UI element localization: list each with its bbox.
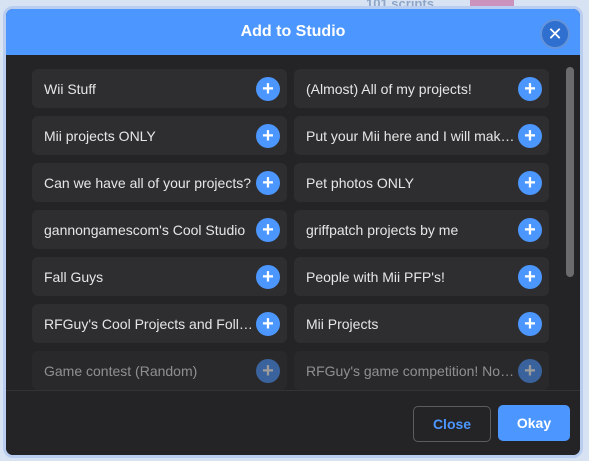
plus-icon[interactable]: + xyxy=(256,217,280,242)
studio-tile[interactable]: Pet photos ONLY + xyxy=(294,163,549,202)
studio-grid: Wii Stuff + (Almost) All of my projects! + M… xyxy=(32,69,549,390)
plus-icon[interactable]: + xyxy=(518,358,542,383)
modal-title: Add to Studio xyxy=(240,23,346,40)
modal-footer: Close Okay xyxy=(6,390,580,455)
plus-icon[interactable]: + xyxy=(256,358,280,383)
studio-name: griffpatch projects by me xyxy=(306,221,459,238)
okay-button[interactable]: Okay xyxy=(498,405,570,441)
studio-name: People with Mii PFP's! xyxy=(306,268,445,285)
studio-name: Mii Projects xyxy=(306,315,379,332)
close-button[interactable]: Close xyxy=(413,406,491,442)
scrollbar-thumb[interactable] xyxy=(566,67,574,277)
plus-icon[interactable]: + xyxy=(518,123,542,148)
studio-tile[interactable]: (Almost) All of my projects! + xyxy=(294,69,549,108)
plus-icon[interactable]: + xyxy=(256,264,280,289)
plus-icon[interactable]: + xyxy=(256,76,280,101)
plus-icon[interactable]: + xyxy=(518,264,542,289)
studio-tile[interactable]: Put your Mii here and I will make it int… xyxy=(294,116,549,155)
plus-icon[interactable]: + xyxy=(256,311,280,336)
scrollbar[interactable] xyxy=(566,67,574,383)
studio-name: Wii Stuff xyxy=(44,80,96,97)
studio-tile[interactable]: Can we have all of your projects? + xyxy=(32,163,287,202)
studio-tile[interactable]: Mii Projects + xyxy=(294,304,549,343)
studio-tile[interactable]: Wii Stuff + xyxy=(32,69,287,108)
close-icon[interactable]: ✕ xyxy=(540,19,570,49)
studio-tile[interactable]: gannongamescom's Cool Studio + xyxy=(32,210,287,249)
studio-name: Fall Guys xyxy=(44,268,104,285)
studio-list[interactable]: Wii Stuff + (Almost) All of my projects! + M… xyxy=(6,55,580,390)
plus-icon[interactable]: + xyxy=(518,217,542,242)
studio-name: Game contest (Random) xyxy=(44,362,198,379)
plus-icon[interactable]: + xyxy=(256,170,280,195)
studio-tile[interactable]: RFGuy's game competition! Now open!+ xyxy=(294,351,549,390)
studio-name: gannongamescom's Cool Studio xyxy=(44,221,246,238)
add-to-studio-modal: Add to Studio ✕ Wii Stuff + (Almost) All o… xyxy=(3,6,583,458)
studio-name: Pet photos ONLY xyxy=(306,174,414,191)
studio-name: Can we have all of your projects? xyxy=(44,174,251,191)
plus-icon[interactable]: + xyxy=(256,123,280,148)
studio-tile[interactable]: Mii projects ONLY + xyxy=(32,116,287,155)
studio-name: RFGuy's game competition! Now open! xyxy=(306,362,516,379)
studio-name: Mii projects ONLY xyxy=(44,127,156,144)
studio-tile[interactable]: People with Mii PFP's! + xyxy=(294,257,549,296)
studio-tile[interactable]: Fall Guys + xyxy=(32,257,287,296)
studio-tile[interactable]: griffpatch projects by me + xyxy=(294,210,549,249)
plus-icon[interactable]: + xyxy=(518,311,542,336)
modal-header: Add to Studio ✕ xyxy=(6,9,580,55)
plus-icon[interactable]: + xyxy=(518,76,542,101)
studio-tile[interactable]: RFGuy's Cool Projects and Followers + xyxy=(32,304,287,343)
studio-name: RFGuy's Cool Projects and Followers xyxy=(44,315,254,332)
plus-icon[interactable]: + xyxy=(518,170,542,195)
studio-name: Put your Mii here and I will make it int… xyxy=(306,127,516,144)
studio-tile[interactable]: Game contest (Random) + xyxy=(32,351,287,390)
studio-name: (Almost) All of my projects! xyxy=(306,80,472,97)
